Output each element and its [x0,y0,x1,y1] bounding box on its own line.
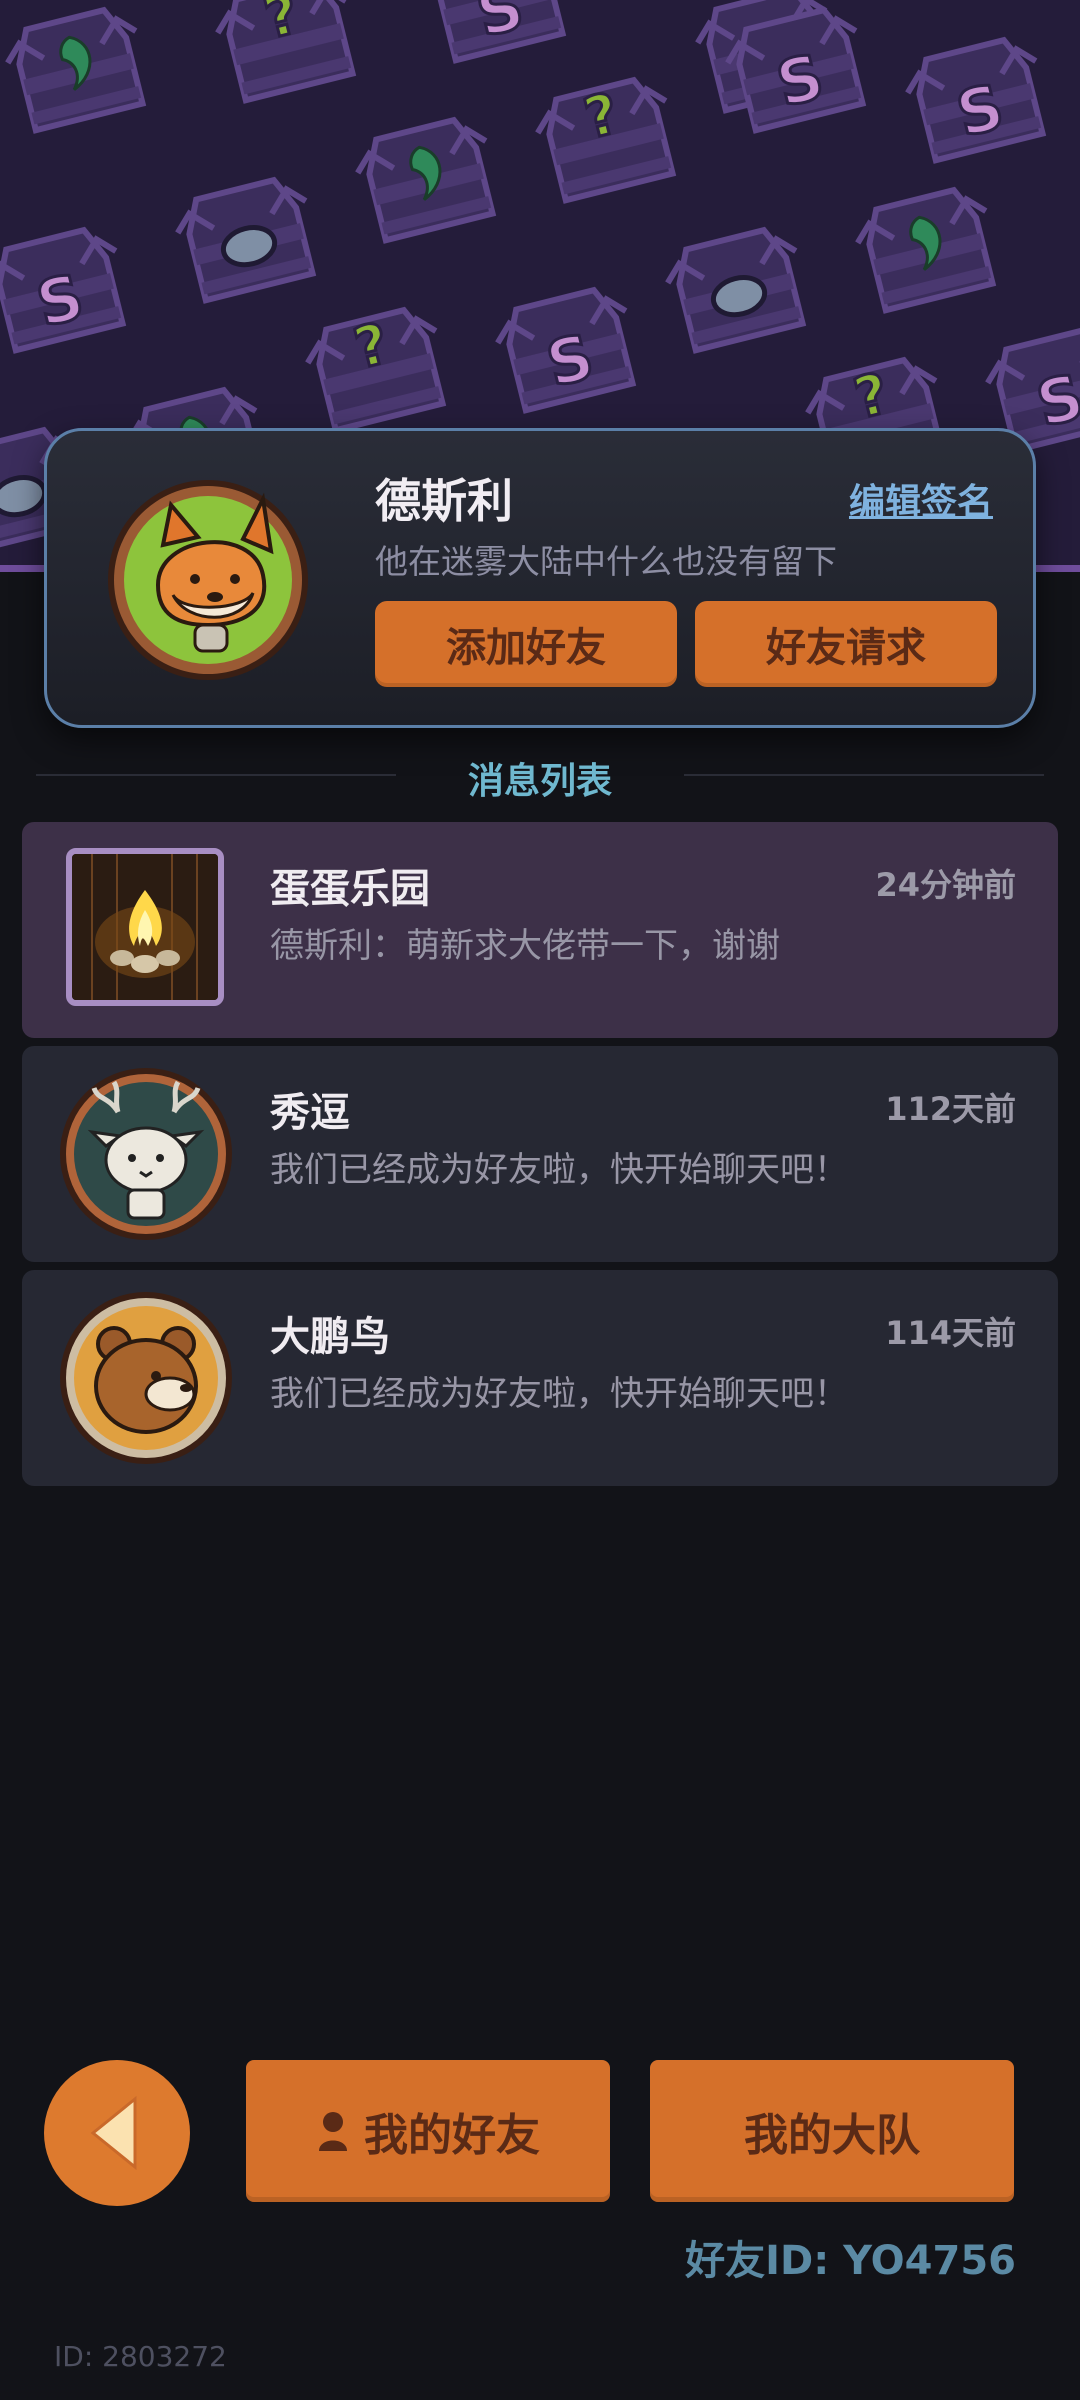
message-preview: 德斯利：萌新求大佬带一下，谢谢 [270,926,780,966]
bear-avatar-icon [60,1292,232,1464]
profile-avatar[interactable] [103,475,313,685]
fox-avatar-icon [108,480,308,680]
campfire-icon [72,854,218,1000]
antlered-cat-avatar-icon [60,1068,232,1240]
friend-request-button[interactable]: 好友请求 [695,601,997,687]
add-friend-button[interactable]: 添加好友 [375,601,677,687]
my-friends-label: 我的好友 [364,2110,540,2161]
message-time: 114天前 [885,1314,1016,1352]
friend-avatar [58,1066,234,1242]
message-preview: 我们已经成为好友啦，快开始聊天吧！ [270,1374,848,1414]
back-arrow-icon [90,2095,137,2171]
group-avatar [66,848,224,1006]
message-list-header: 消息列表 [0,748,1080,802]
my-team-label: 我的大队 [744,2110,920,2161]
edit-signature-link[interactable]: 编辑签名 [849,473,993,525]
message-title: 秀逗 [270,1090,350,1136]
my-team-button[interactable]: 我的大队 [650,2060,1014,2202]
message-item[interactable]: 蛋蛋乐园 24分钟前 德斯利：萌新求大佬带一下，谢谢 [22,822,1058,1038]
person-icon [319,2112,347,2151]
my-friends-button[interactable]: 我的好友 [246,2060,610,2202]
account-id: ID: 2803272 [54,2340,227,2373]
message-preview: 我们已经成为好友啦，快开始聊天吧！ [270,1150,848,1190]
message-title: 蛋蛋乐园 [270,866,430,912]
message-time: 112天前 [885,1090,1016,1128]
message-item[interactable]: 秀逗 112天前 我们已经成为好友啦，快开始聊天吧！ [22,1046,1058,1262]
message-title: 大鹏鸟 [270,1314,390,1360]
profile-card: 德斯利 编辑签名 他在迷雾大陆中什么也没有留下 添加好友 好友请求 [44,428,1036,728]
back-button[interactable] [44,2060,190,2206]
section-title: 消息列表 [467,761,612,802]
message-time: 24分钟前 [875,866,1016,904]
profile-signature: 他在迷雾大陆中什么也没有留下 [375,542,837,581]
profile-name: 德斯利 [375,474,513,528]
friend-avatar [58,1290,234,1466]
message-item[interactable]: 大鹏鸟 114天前 我们已经成为好友啦，快开始聊天吧！ [22,1270,1058,1486]
friends-screen: S ? [0,0,1080,2400]
friend-id: 好友ID: YO4756 [685,2238,1016,2284]
